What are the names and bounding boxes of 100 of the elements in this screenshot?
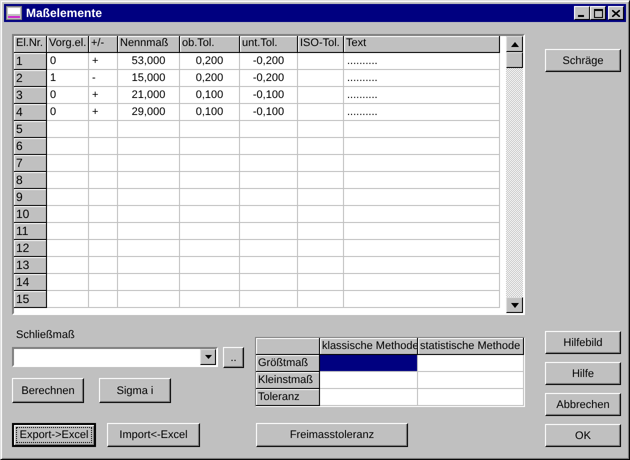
table-cell (298, 121, 344, 138)
row-header[interactable]: 8 (14, 172, 47, 189)
column-header[interactable]: El.Nr. (14, 36, 47, 53)
table-cell (47, 206, 89, 223)
dropdown-field[interactable] (12, 347, 218, 367)
table-cell (298, 87, 344, 104)
row-header[interactable]: 10 (14, 206, 47, 223)
table-cell (47, 155, 89, 172)
table-cell (240, 138, 298, 155)
action-button[interactable]: OK (545, 424, 621, 447)
table-cell (47, 121, 89, 138)
table-cell: 0 (47, 104, 89, 121)
column-header[interactable]: ob.Tol. (180, 36, 240, 53)
column-header[interactable]: unt.Tol. (240, 36, 298, 53)
table-cell (298, 223, 344, 240)
table-cell (47, 291, 89, 308)
table-cell: 0,200 (180, 53, 240, 70)
table-cell (180, 274, 240, 291)
table-cell: 53,000 (118, 53, 180, 70)
table-cell (298, 138, 344, 155)
table-cell (47, 257, 89, 274)
scrollbar[interactable] (506, 36, 523, 313)
table-cell (89, 240, 118, 257)
action-button[interactable]: Hilfebild (545, 331, 621, 354)
column-header[interactable]: ISO-Tol. (298, 36, 344, 53)
table-cell (298, 189, 344, 206)
action-button[interactable]: Freimasstoleranz (256, 423, 408, 447)
action-button[interactable]: Sigma i (99, 378, 171, 403)
table-cell: 1 (47, 70, 89, 87)
column-header[interactable]: +/- (89, 36, 118, 53)
row-header[interactable]: 12 (14, 240, 47, 257)
row-header[interactable]: 3 (14, 87, 47, 104)
table-cell (240, 189, 298, 206)
table-cell (240, 155, 298, 172)
row-header: Größtmaß (256, 355, 320, 372)
row-header[interactable]: 9 (14, 189, 47, 206)
table-cell (298, 155, 344, 172)
action-button[interactable]: Berechnen (12, 378, 84, 403)
result-cell[interactable] (320, 355, 418, 372)
row-header[interactable]: 6 (14, 138, 47, 155)
table-cell (240, 274, 298, 291)
action-button[interactable]: Schräge (545, 49, 621, 72)
maximize-button[interactable] (590, 6, 606, 20)
table-cell (298, 206, 344, 223)
result-cell[interactable] (320, 389, 418, 406)
table-cell (118, 155, 180, 172)
table-cell: .......... (344, 53, 500, 70)
row-header[interactable]: 7 (14, 155, 47, 172)
row-header[interactable]: 15 (14, 291, 47, 308)
table-cell (180, 172, 240, 189)
table-cell: 0,100 (180, 87, 240, 104)
row-header[interactable]: 14 (14, 274, 47, 291)
table-cell (118, 206, 180, 223)
table-cell (89, 206, 118, 223)
row-header[interactable]: 11 (14, 223, 47, 240)
table-cell (180, 240, 240, 257)
row-header[interactable]: 5 (14, 121, 47, 138)
table-cell (89, 274, 118, 291)
result-cell[interactable] (418, 372, 524, 389)
browse-button[interactable]: .. (223, 347, 244, 368)
table-cell (118, 257, 180, 274)
table-cell: 29,000 (118, 104, 180, 121)
table-cell (118, 274, 180, 291)
table-cell (118, 291, 180, 308)
table-cell (118, 240, 180, 257)
row-header[interactable]: 13 (14, 257, 47, 274)
app-icon (6, 6, 22, 20)
action-button[interactable]: Abbrechen (545, 393, 621, 416)
table-cell (180, 138, 240, 155)
result-cell[interactable] (320, 372, 418, 389)
table-cell: - (89, 70, 118, 87)
close-icon (612, 10, 620, 16)
column-header[interactable]: Vorg.el. (47, 36, 89, 53)
action-button[interactable]: Hilfe (545, 362, 621, 385)
row-header[interactable]: 4 (14, 104, 47, 121)
minimize-button[interactable] (574, 6, 590, 20)
scrollbar-thumb[interactable] (506, 52, 523, 68)
table-cell (180, 155, 240, 172)
result-cell[interactable] (418, 389, 524, 406)
action-button[interactable]: Import<-Excel (107, 423, 200, 447)
window-title: Maßelemente (26, 6, 104, 20)
table-cell: .......... (344, 104, 500, 121)
table-cell: -0,200 (240, 53, 298, 70)
action-button[interactable]: Export->Excel (12, 423, 96, 447)
result-cell[interactable] (418, 355, 524, 372)
table-cell (89, 172, 118, 189)
table-cell: 0,100 (180, 104, 240, 121)
table-cell: 15,000 (118, 70, 180, 87)
row-header[interactable]: 1 (14, 53, 47, 70)
row-header[interactable]: 2 (14, 70, 47, 87)
table-cell (180, 223, 240, 240)
table-cell (180, 189, 240, 206)
close-button[interactable] (608, 6, 624, 20)
column-header[interactable]: Text (344, 36, 500, 53)
down-arrow-icon (510, 302, 518, 308)
up-arrow-icon (510, 42, 518, 46)
column-header[interactable]: Nennmaß (118, 36, 180, 53)
table-cell (298, 104, 344, 121)
column-header: klassische Methode (320, 338, 418, 355)
table-cell (298, 274, 344, 291)
